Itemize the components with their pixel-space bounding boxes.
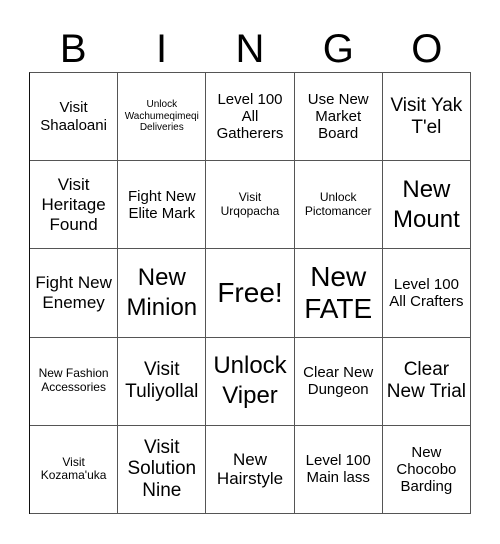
bingo-cell[interactable]: Fight New Enemey [30, 249, 119, 338]
free-space[interactable]: Free! [206, 249, 295, 338]
bingo-cell[interactable]: Fight New Elite Mark [118, 161, 207, 250]
bingo-cell[interactable]: New Chocobo Barding [382, 425, 471, 514]
bingo-cell[interactable]: New FATE [294, 249, 383, 338]
header-letter-i: I [156, 27, 168, 71]
bingo-cell[interactable]: Unlock Viper [206, 337, 295, 426]
bingo-cell[interactable]: Visit Yak T'el [382, 73, 471, 162]
bingo-cell[interactable]: Visit Shaaloani [30, 73, 119, 162]
bingo-cell[interactable]: Unlock Wachumeqimeqi Deliveries [118, 73, 207, 162]
header-letter-o: O [411, 27, 443, 71]
bingo-cell[interactable]: New Hairstyle [206, 425, 295, 514]
bingo-cell[interactable]: Level 100 All Crafters [382, 249, 471, 338]
bingo-cell[interactable]: Level 100 Main lass [294, 425, 383, 514]
bingo-cell[interactable]: New Mount [382, 161, 471, 250]
bingo-cell[interactable]: Unlock Pictomancer [294, 161, 383, 250]
bingo-cell[interactable]: New Fashion Accessories [30, 337, 119, 426]
header-letter-g: G [322, 27, 354, 71]
bingo-cell[interactable]: Level 100 All Gatherers [206, 73, 295, 162]
header-letter-n: N [235, 27, 265, 71]
bingo-cell[interactable]: Use New Market Board [294, 73, 383, 162]
bingo-cell[interactable]: New Minion [118, 249, 207, 338]
bingo-cell[interactable]: Visit Solution Nine [118, 425, 207, 514]
bingo-cell[interactable]: Visit Urqopacha [206, 161, 295, 250]
bingo-header: B I N G O [29, 27, 471, 72]
bingo-card: Visit Shaaloani Unlock Wachumeqimeqi Del… [29, 72, 471, 514]
bingo-cell[interactable]: Clear New Dungeon [294, 337, 383, 426]
header-letter-b: B [59, 27, 87, 71]
bingo-cell[interactable]: Clear New Trial [382, 337, 471, 426]
bingo-cell[interactable]: Visit Heritage Found [30, 161, 119, 250]
bingo-cell[interactable]: Visit Tuliyollal [118, 337, 207, 426]
bingo-cell[interactable]: Visit Kozama'uka [30, 425, 119, 514]
